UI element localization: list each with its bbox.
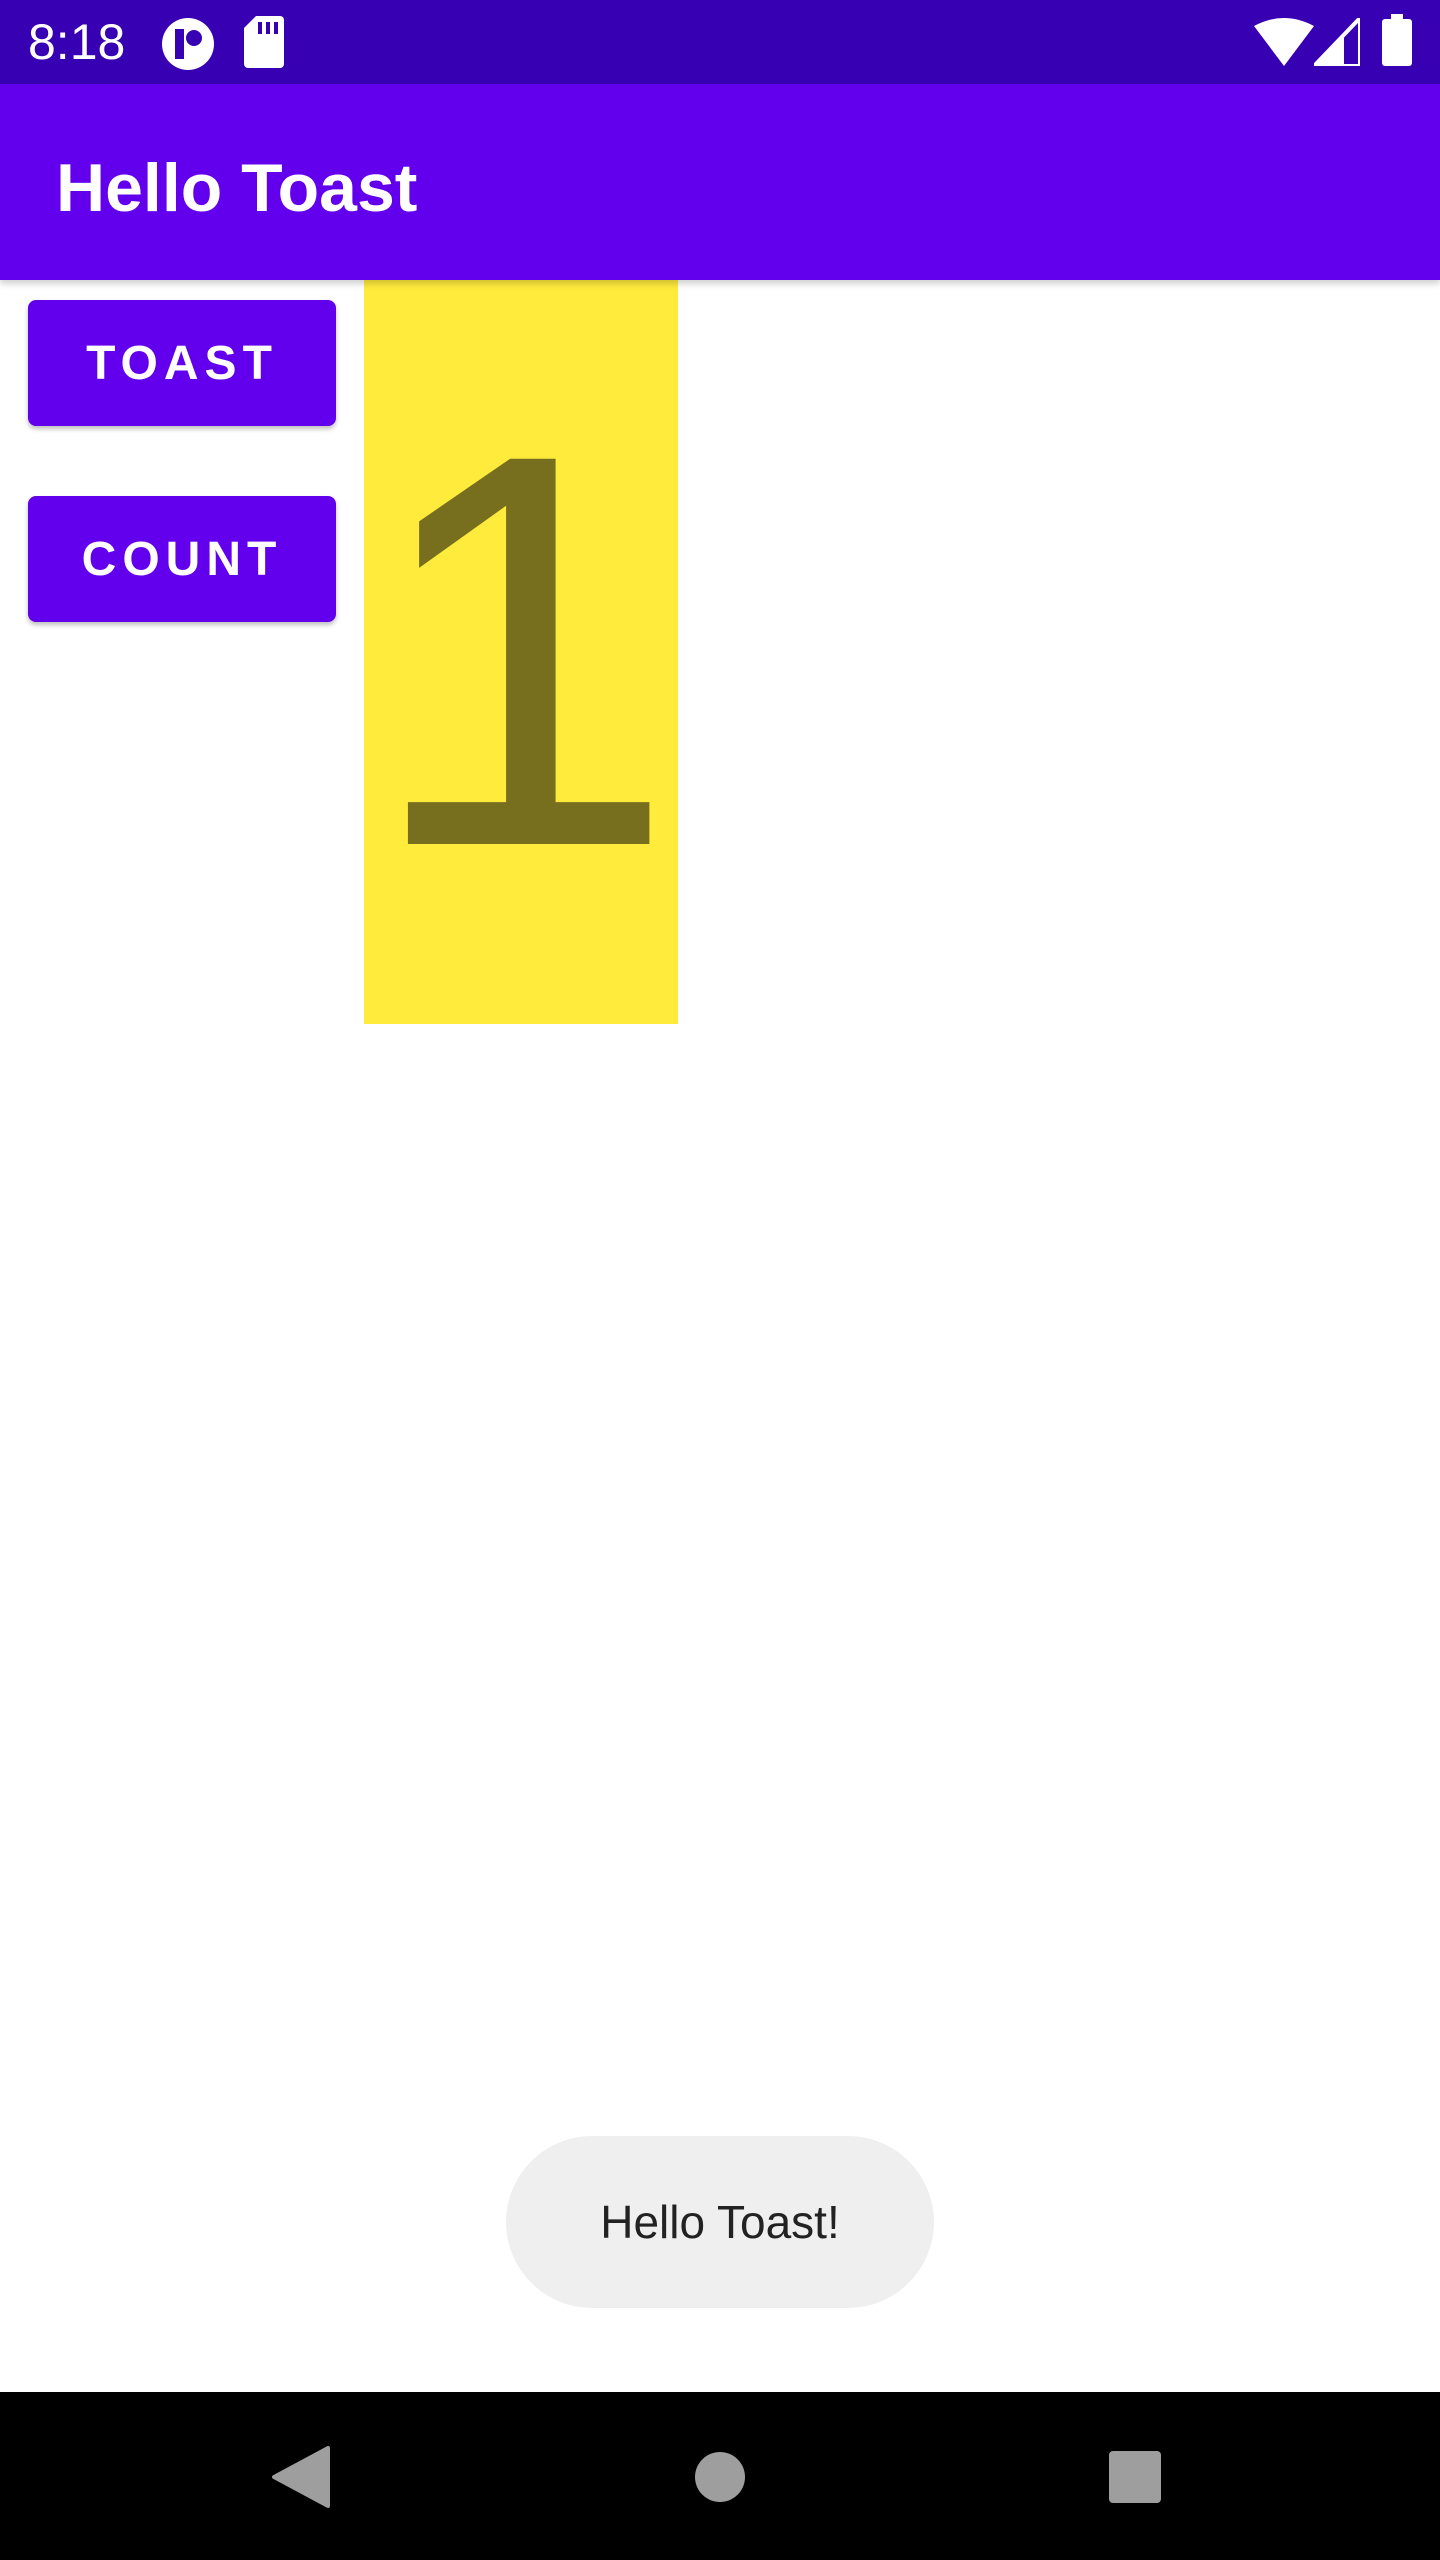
navigation-bar [0, 2392, 1440, 2560]
wifi-icon [1254, 18, 1314, 66]
count-button-label: COUNT [81, 532, 283, 586]
count-value: 1 [365, 337, 677, 963]
toast-message: Hello Toast! [506, 2136, 934, 2308]
status-bar: 8:18 [0, 0, 1440, 84]
toast-button[interactable]: TOAST [28, 300, 336, 426]
home-icon[interactable] [665, 2422, 775, 2532]
back-icon[interactable] [246, 2422, 356, 2532]
app-title: Hello Toast [56, 150, 418, 226]
app-bar: Hello Toast [0, 84, 1440, 280]
cellular-signal-icon [1314, 18, 1360, 66]
battery-icon [1382, 14, 1412, 66]
status-time: 8:18 [28, 14, 126, 70]
recents-icon[interactable] [1080, 2422, 1190, 2532]
sd-card-icon [244, 16, 284, 68]
toast-message-text: Hello Toast! [600, 2196, 840, 2248]
app-notification-icon [162, 18, 214, 70]
toast-button-label: TOAST [86, 336, 278, 390]
count-display: 1 [364, 280, 678, 1024]
count-button[interactable]: COUNT [28, 496, 336, 622]
